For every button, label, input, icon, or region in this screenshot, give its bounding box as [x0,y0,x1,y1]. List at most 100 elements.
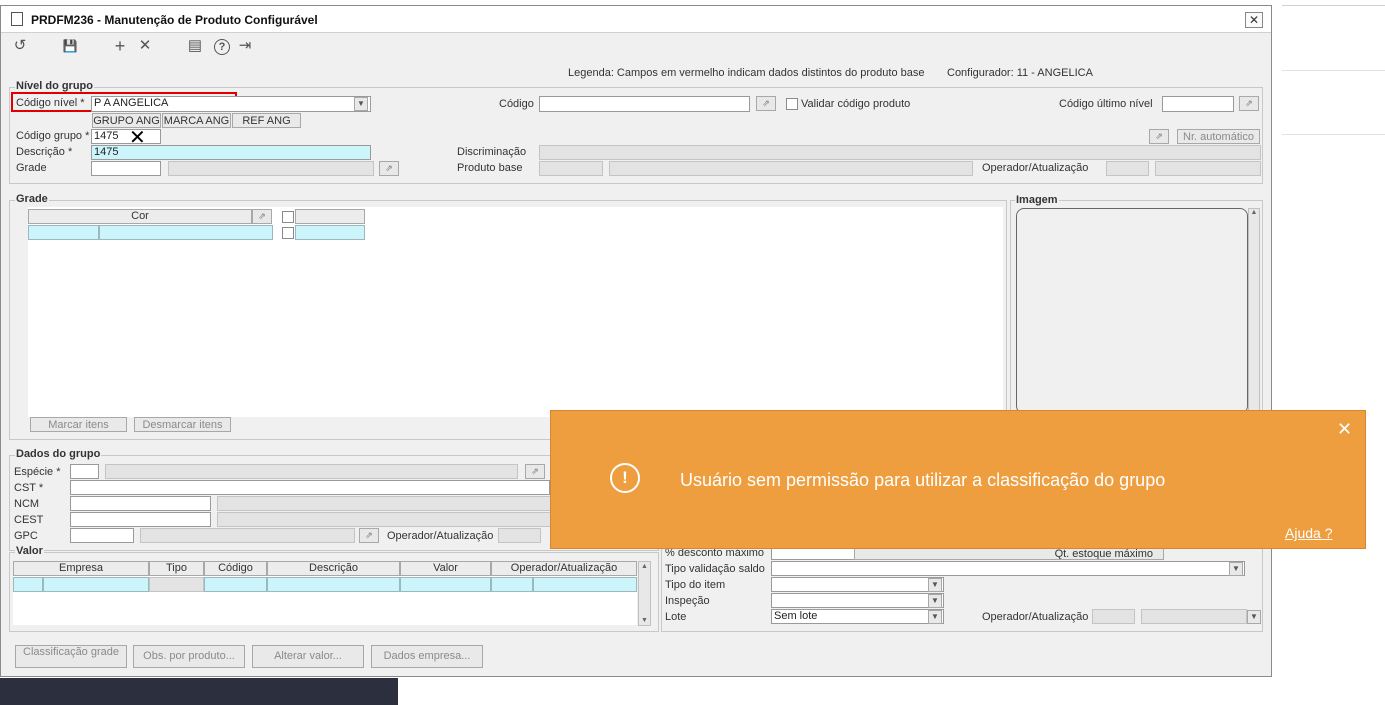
tipo-validacao-select[interactable] [771,561,1245,576]
codigo-ultimo-lookup-button[interactable]: ⇗ [1239,96,1259,111]
empresa-column-header[interactable]: Empresa [13,561,149,576]
grade-checkbox-header[interactable] [282,211,294,223]
validar-checkbox[interactable] [786,98,798,110]
add-icon[interactable]: + [111,37,129,55]
help-link[interactable]: Ajuda ? [1285,525,1332,541]
nr-lookup-button[interactable]: ⇗ [1149,129,1169,144]
especie-lookup-button[interactable]: ⇗ [525,464,545,479]
valor-scrollbar[interactable]: ▲ ▼ [638,561,651,626]
tipo-validacao-label: Tipo validação saldo [665,563,765,575]
codigo-input[interactable] [539,96,750,112]
title-bar: PRDFM236 - Manutenção de Produto Configu… [1,6,1271,33]
chevron-down-icon[interactable]: ▼ [928,578,942,592]
gpc-desc [140,528,355,543]
grade-desc-field [168,161,374,176]
gpc-input[interactable] [70,528,134,543]
close-icon[interactable]: ✕ [1337,419,1352,439]
codigo-grupo-input[interactable]: 1475 [91,129,161,144]
grade-cell[interactable] [295,225,365,240]
chevron-down-icon[interactable]: ▼ [354,97,368,111]
valor-cell[interactable] [491,577,533,592]
grade-cell[interactable] [99,225,273,240]
grade-lookup-button[interactable]: ⇗ [379,161,399,176]
refresh-icon[interactable]: ↺ [11,37,29,55]
codigo-nivel-label: Código nível * [16,97,85,109]
window-title: PRDFM236 - Manutenção de Produto Configu… [31,13,318,27]
main-window: PRDFM236 - Manutenção de Produto Configu… [0,5,1272,677]
chevron-down-icon[interactable]: ▼ [1229,562,1243,576]
desmarcar-itens-button[interactable]: Desmarcar itens [134,417,231,432]
dados-empresa-button[interactable]: Dados empresa... [371,645,483,668]
operador-column-header[interactable]: Operador/Atualização [491,561,637,576]
chevron-down-icon[interactable]: ▼ [928,610,942,624]
especie-input[interactable] [70,464,99,479]
cst-input[interactable] [70,480,550,495]
configurator-text: Configurador: 11 - ANGELICA [947,67,1093,79]
chevron-down-icon[interactable]: ▼ [928,594,942,608]
codigo-ultimo-input[interactable] [1162,96,1234,112]
grade-cell[interactable] [28,225,99,240]
codigo-column-header[interactable]: Código [204,561,267,576]
grade-row-checkbox[interactable] [282,227,294,239]
descricao-input[interactable]: 1475 [91,145,371,160]
obs-produto-button[interactable]: Obs. por produto... [133,645,245,668]
tipo-column-header[interactable]: Tipo [149,561,204,576]
marcar-itens-button[interactable]: Marcar itens [30,417,127,432]
discriminacao-field [539,145,1261,160]
especie-desc [105,464,518,479]
inspecao-select[interactable] [771,593,944,608]
cest-desc [217,512,551,527]
valor-cell[interactable] [400,577,491,592]
codigo-ultimo-label: Código último nível [1059,98,1153,110]
descricao-column-header[interactable]: Descrição [267,561,400,576]
valor-cell[interactable] [204,577,267,592]
cst-label: CST * [14,482,44,494]
valor-cell[interactable] [43,577,149,592]
nr-automatico-button[interactable]: Nr. automático [1177,129,1260,144]
gpc-lookup-button[interactable]: ⇗ [359,528,379,543]
ncm-input[interactable] [70,496,211,511]
produto-base-desc [609,161,973,176]
save-icon[interactable]: 💾 [61,37,79,55]
codigo-grupo-label: Código grupo * [16,130,90,142]
valor-cell[interactable] [267,577,400,592]
valor-cell[interactable] [149,577,204,592]
cor-column-header[interactable]: Cor [28,209,252,224]
valor-cell[interactable] [13,577,43,592]
tab-marca-ang[interactable]: MARCA ANG [162,113,231,128]
exit-icon[interactable]: ⇥ [236,37,254,55]
close-window-button[interactable]: ✕ [1245,12,1263,28]
tab-ref-ang[interactable]: REF ANG [232,113,301,128]
legend-text: Legenda: Campos em vermelho indicam dado… [568,67,925,79]
toast-message: Usuário sem permissão para utilizar a cl… [680,470,1166,490]
image-frame [1016,208,1248,414]
codigo-lookup-button[interactable]: ⇗ [756,96,776,111]
help-icon[interactable]: ? [214,39,230,55]
background-divider [1282,5,1385,6]
imagem-group-title: Imagem [1015,194,1059,206]
valor-column-header[interactable]: Valor [400,561,491,576]
lote-select[interactable]: Sem lote [771,609,944,624]
cest-label: CEST [14,514,44,526]
codigo-label: Código [499,98,534,110]
error-toast: ✕ ! Usuário sem permissão para utilizar … [550,410,1366,549]
classificacao-grade-button[interactable]: Classificação grade [15,645,127,668]
tab-grupo-ang[interactable]: GRUPO ANG [92,113,161,128]
valor-cell[interactable] [533,577,637,592]
background-divider [1282,70,1385,71]
calendar-icon[interactable]: ▤ [186,37,204,55]
image-scrollbar[interactable]: ▲ [1248,208,1260,413]
tipo-item-select[interactable] [771,577,944,592]
delete-icon[interactable]: ✕ [136,37,154,55]
descricao-label: Descrição * [16,146,73,158]
alterar-valor-button[interactable]: Alterar valor... [252,645,364,668]
grade-label: Grade [16,162,47,174]
cor-lookup-button[interactable]: ⇗ [252,209,272,224]
codigo-nivel-select[interactable]: P A ANGELICA [91,96,371,112]
cest-input[interactable] [70,512,211,527]
dados-group-title: Dados do grupo [15,448,102,460]
grade-input[interactable] [91,161,161,176]
operador-label-1: Operador/Atualização [982,162,1089,174]
ncm-desc [217,496,551,511]
chevron-down-icon[interactable]: ▼ [1247,610,1261,624]
